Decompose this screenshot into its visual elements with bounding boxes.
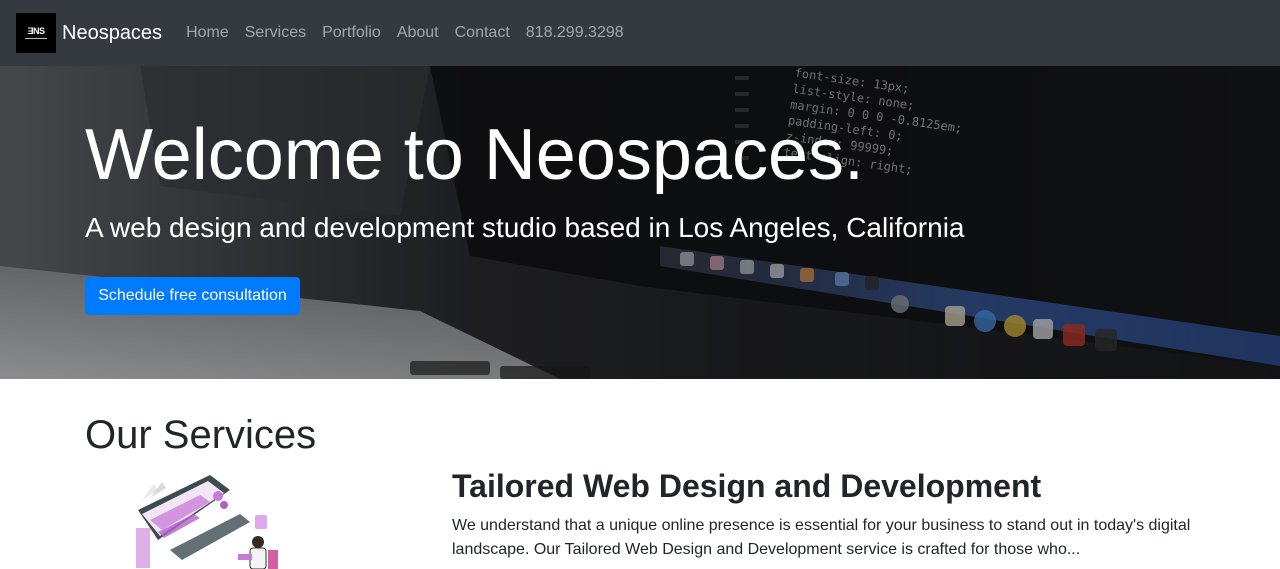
nav-link-contact[interactable]: Contact xyxy=(447,21,518,45)
nav-links: Home Services Portfolio About Contact 81… xyxy=(178,21,632,45)
hero-title: Welcome to Neospaces. xyxy=(85,115,865,195)
nav-link-about[interactable]: About xyxy=(389,21,447,45)
service-description: We understand that a unique online prese… xyxy=(452,517,1191,558)
top-navbar: ƎNS Neospaces Home Services Portfolio Ab… xyxy=(0,0,1280,66)
logo-text: ƎNS xyxy=(27,26,45,36)
brand-name: Neospaces xyxy=(62,22,163,44)
nav-link-portfolio[interactable]: Portfolio xyxy=(314,21,389,45)
brand-link[interactable]: ƎNS Neospaces xyxy=(16,13,162,53)
services-heading: Our Services xyxy=(85,413,317,457)
service-title: Tailored Web Design and Development xyxy=(452,468,1042,504)
schedule-consultation-button[interactable]: Schedule free consultation xyxy=(85,277,300,315)
nav-link-home[interactable]: Home xyxy=(178,21,237,45)
hero-section: font-size: 13px; list-style: none; margi… xyxy=(0,66,1280,379)
web-design-illustration xyxy=(136,475,278,569)
brand-logo: ƎNS xyxy=(16,13,56,53)
logo-underline xyxy=(25,38,47,39)
hero-subtitle: A web design and development studio base… xyxy=(85,212,965,243)
nav-link-services[interactable]: Services xyxy=(237,21,314,45)
nav-link-phone[interactable]: 818.299.3298 xyxy=(518,21,632,45)
